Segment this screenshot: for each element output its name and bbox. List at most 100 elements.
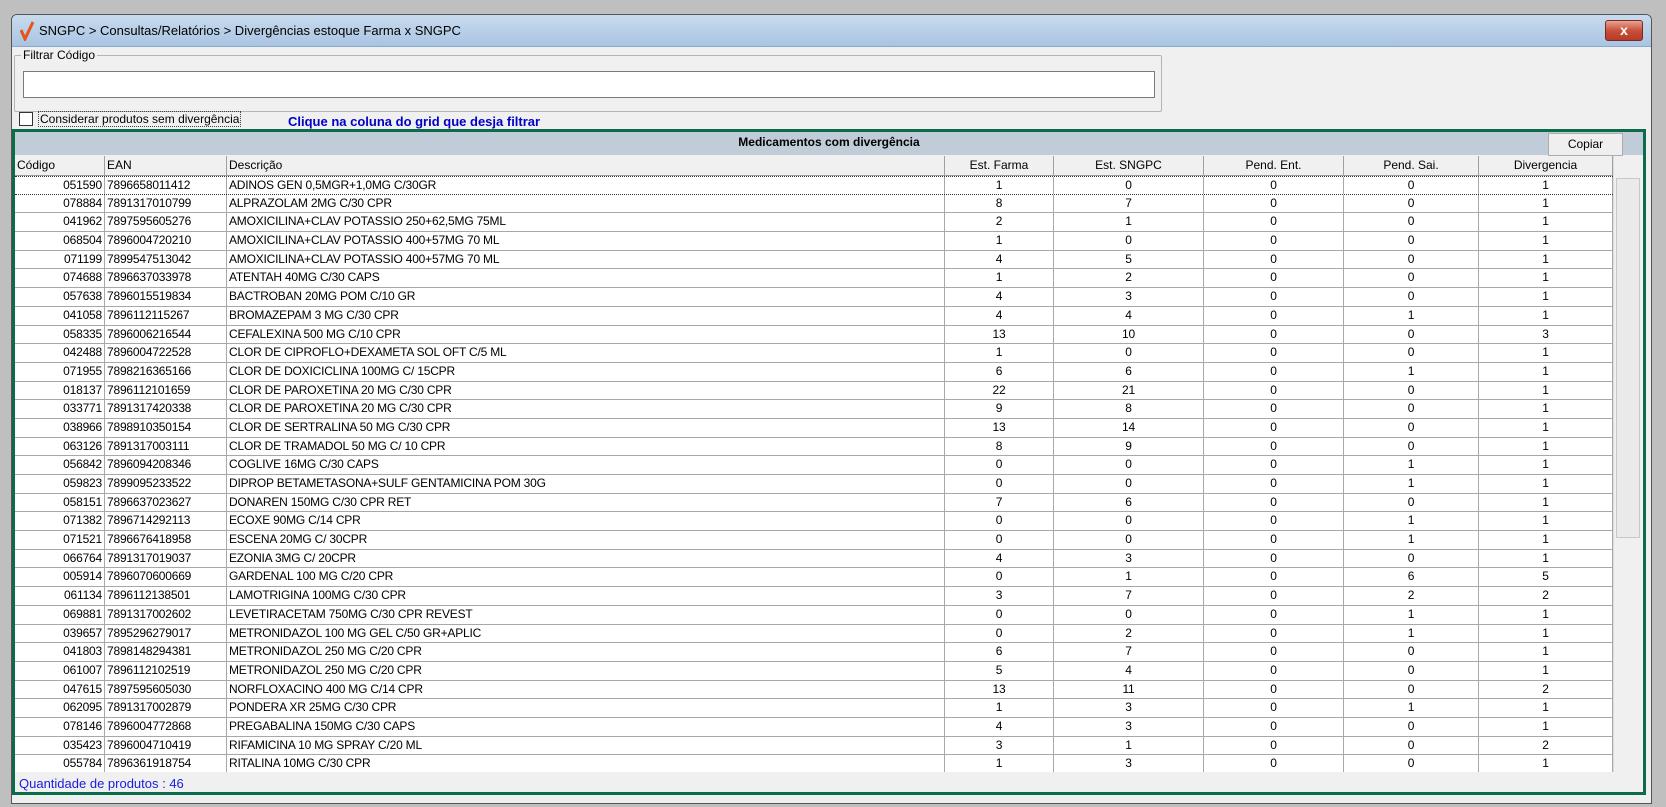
table-row[interactable]: 071955 7898216365166 CLOR DE DOXICICLINA 1…	[15, 362, 1613, 382]
copy-button[interactable]: Copiar	[1548, 133, 1623, 156]
column-header-codigo[interactable]: Código	[15, 156, 105, 175]
table-row[interactable]: 018137 7896112101659 CLOR DE PAROXETINA 20…	[15, 381, 1613, 401]
cell-codigo: 042488	[15, 344, 105, 362]
cell-descricao: CLOR DE DOXICICLINA 100MG C/ 15CPR	[227, 362, 945, 381]
cell-est-sngpc: 1	[1054, 568, 1204, 587]
cell-pend-sai: 0	[1344, 269, 1479, 288]
table-row[interactable]: 061007 7896112102519 METRONIDAZOL 250 MG C…	[15, 661, 1613, 681]
cell-est-farma: 2	[945, 213, 1054, 232]
cell-pend-sai: 0	[1344, 643, 1479, 661]
cell-codigo: 074688	[15, 269, 105, 288]
cell-est-farma: 1	[945, 232, 1054, 250]
cell-descricao: COGLIVE 16MG C/30 CAPS	[227, 456, 945, 474]
table-row[interactable]: 038966 7898910350154 CLOR DE SERTRALINA 50…	[15, 418, 1613, 438]
cell-est-sngpc: 4	[1054, 306, 1204, 325]
scrollbar-thumb[interactable]	[1616, 178, 1640, 538]
cell-est-sngpc: 0	[1054, 456, 1204, 474]
filter-code-input[interactable]	[23, 71, 1155, 98]
table-row[interactable]: 055784 7896361918754 RITALINA 10MG C/30 CP…	[15, 755, 1613, 772]
column-header-descricao[interactable]: Descrição	[227, 156, 945, 175]
table-row[interactable]: 078884 7891317010799 ALPRAZOLAM 2MG C/30 C…	[15, 194, 1613, 214]
cell-pend-ent: 0	[1204, 456, 1344, 474]
cell-divergencia: 1	[1479, 456, 1613, 474]
panel-caption: Medicamentos com divergência	[15, 132, 1643, 155]
table-row[interactable]: 069881 7891317002602 LEVETIRACETAM 750MG C…	[15, 605, 1613, 625]
table-row[interactable]: 041962 7897595605276 AMOXICILINA+CLAV POTA…	[15, 213, 1613, 233]
cell-divergencia: 1	[1479, 306, 1613, 325]
cell-descricao: LAMOTRIGINA 100MG C/30 CPR	[227, 587, 945, 605]
cell-est-sngpc: 10	[1054, 325, 1204, 344]
table-row[interactable]: 058151 7896637023627 DONAREN 150MG C/30 CP…	[15, 493, 1613, 513]
cell-pend-sai: 1	[1344, 624, 1479, 643]
close-button[interactable]: x	[1605, 20, 1643, 41]
table-row[interactable]: 074688 7896637033978 ATENTAH 40MG C/30 CAP…	[15, 269, 1613, 289]
cell-divergencia: 2	[1479, 736, 1613, 755]
cell-descricao: RITALINA 10MG C/30 CPR	[227, 755, 945, 772]
table-row[interactable]: 056842 7896094208346 COGLIVE 16MG C/30 CAP…	[15, 456, 1613, 475]
cell-descricao: CLOR DE SERTRALINA 50 MG C/30 CPR	[227, 418, 945, 437]
table-row[interactable]: 041803 7898148294381 METRONIDAZOL 250 MG C…	[15, 643, 1613, 662]
column-header-est-sngpc[interactable]: Est. SNGPC	[1054, 156, 1204, 175]
cell-descricao: EZONIA 3MG C/ 20CPR	[227, 549, 945, 568]
consider-no-divergence-label[interactable]: Considerar produtos sem divergência	[38, 111, 242, 127]
cell-pend-ent: 0	[1204, 755, 1344, 772]
cell-est-sngpc: 14	[1054, 418, 1204, 437]
column-header-pend-ent[interactable]: Pend. Ent.	[1204, 156, 1344, 175]
table-row[interactable]: 039657 7895296279017 METRONIDAZOL 100 MG G…	[15, 624, 1613, 644]
cell-pend-sai: 0	[1344, 400, 1479, 418]
cell-divergencia: 1	[1479, 381, 1613, 400]
table-row[interactable]: 042488 7896004722528 CLOR DE CIPROFLO+DEXA…	[15, 344, 1613, 363]
column-header-est-farma[interactable]: Est. Farma	[945, 156, 1054, 175]
product-count: Quantidade de produtos : 46	[19, 776, 184, 791]
table-row[interactable]: 063126 7891317003111 CLOR DE TRAMADOL 50 M…	[15, 437, 1613, 457]
cell-pend-ent: 0	[1204, 232, 1344, 250]
table-row[interactable]: 071521 7896676418958 ESCENA 20MG C/ 30CPR 0…	[15, 531, 1613, 550]
cell-pend-sai: 0	[1344, 661, 1479, 680]
filter-code-label: Filtrar Código	[21, 48, 98, 62]
table-row[interactable]: 068504 7896004720210 AMOXICILINA+CLAV POTA…	[15, 232, 1613, 251]
cell-codigo: 033771	[15, 400, 105, 418]
cell-ean: 7899547513042	[105, 250, 227, 269]
table-row[interactable]: 041058 7896112115267 BROMAZEPAM 3 MG C/30 …	[15, 306, 1613, 326]
table-row[interactable]: 057638 7896015519834 BACTROBAN 20MG POM C/…	[15, 288, 1613, 307]
column-header-ean[interactable]: EAN	[105, 156, 227, 175]
vertical-scrollbar[interactable]	[1613, 156, 1643, 772]
cell-ean: 7891317010799	[105, 194, 227, 213]
cell-pend-ent: 0	[1204, 493, 1344, 512]
table-row[interactable]: 005914 7896070600669 GARDENAL 100 MG C/20 …	[15, 568, 1613, 588]
cell-est-sngpc: 0	[1054, 177, 1204, 194]
cell-ean: 7891317420338	[105, 400, 227, 418]
cell-pend-ent: 0	[1204, 288, 1344, 306]
cell-est-sngpc: 0	[1054, 605, 1204, 624]
cell-pend-sai: 1	[1344, 531, 1479, 549]
table-row[interactable]: 047615 7897595605030 NORFLOXACINO 400 MG C…	[15, 680, 1613, 700]
cell-ean: 7896112101659	[105, 381, 227, 400]
cell-divergencia: 1	[1479, 194, 1613, 213]
table-row[interactable]: 071382 7896714292113 ECOXE 90MG C/14 CPR 0 0…	[15, 512, 1613, 532]
table-row[interactable]: 035423 7896004710419 RIFAMICINA 10 MG SPRA…	[15, 736, 1613, 756]
table-row[interactable]: 061134 7896112138501 LAMOTRIGINA 100MG C/3…	[15, 587, 1613, 606]
cell-ean: 7896015519834	[105, 288, 227, 306]
cell-pend-sai: 0	[1344, 755, 1479, 772]
cell-est-farma: 0	[945, 512, 1054, 531]
table-row[interactable]: 062095 7891317002879 PONDERA XR 25MG C/30 …	[15, 699, 1613, 718]
table-row[interactable]: 058335 7896006216544 CEFALEXINA 500 MG C/1…	[15, 325, 1613, 345]
consider-no-divergence-checkbox[interactable]	[19, 112, 33, 126]
column-header-pend-sai[interactable]: Pend. Sai.	[1344, 156, 1479, 175]
cell-est-sngpc: 0	[1054, 344, 1204, 362]
table-row[interactable]: 078146 7896004772868 PREGABALINA 150MG C/3…	[15, 717, 1613, 737]
cell-est-sngpc: 3	[1054, 549, 1204, 568]
table-row[interactable]: 051590 7896658011412 ADINOS GEN 0,5MGR+1,0…	[15, 176, 1613, 195]
table-row[interactable]: 033771 7891317420338 CLOR DE PAROXETINA 20…	[15, 400, 1613, 419]
table-row[interactable]: 059823 7899095233522 DIPROP BETAMETASONA+S…	[15, 475, 1613, 494]
cell-descricao: CEFALEXINA 500 MG C/10 CPR	[227, 325, 945, 344]
cell-est-sngpc: 11	[1054, 680, 1204, 699]
cell-divergencia: 2	[1479, 680, 1613, 699]
table-row[interactable]: 071199 7899547513042 AMOXICILINA+CLAV POTA…	[15, 250, 1613, 270]
cell-codigo: 062095	[15, 699, 105, 717]
cell-est-farma: 4	[945, 306, 1054, 325]
cell-descricao: LEVETIRACETAM 750MG C/30 CPR REVEST	[227, 605, 945, 624]
cell-pend-ent: 0	[1204, 643, 1344, 661]
column-header-divergencia[interactable]: Divergencia	[1479, 156, 1613, 175]
table-row[interactable]: 066764 7891317019037 EZONIA 3MG C/ 20CPR 4 3…	[15, 549, 1613, 569]
